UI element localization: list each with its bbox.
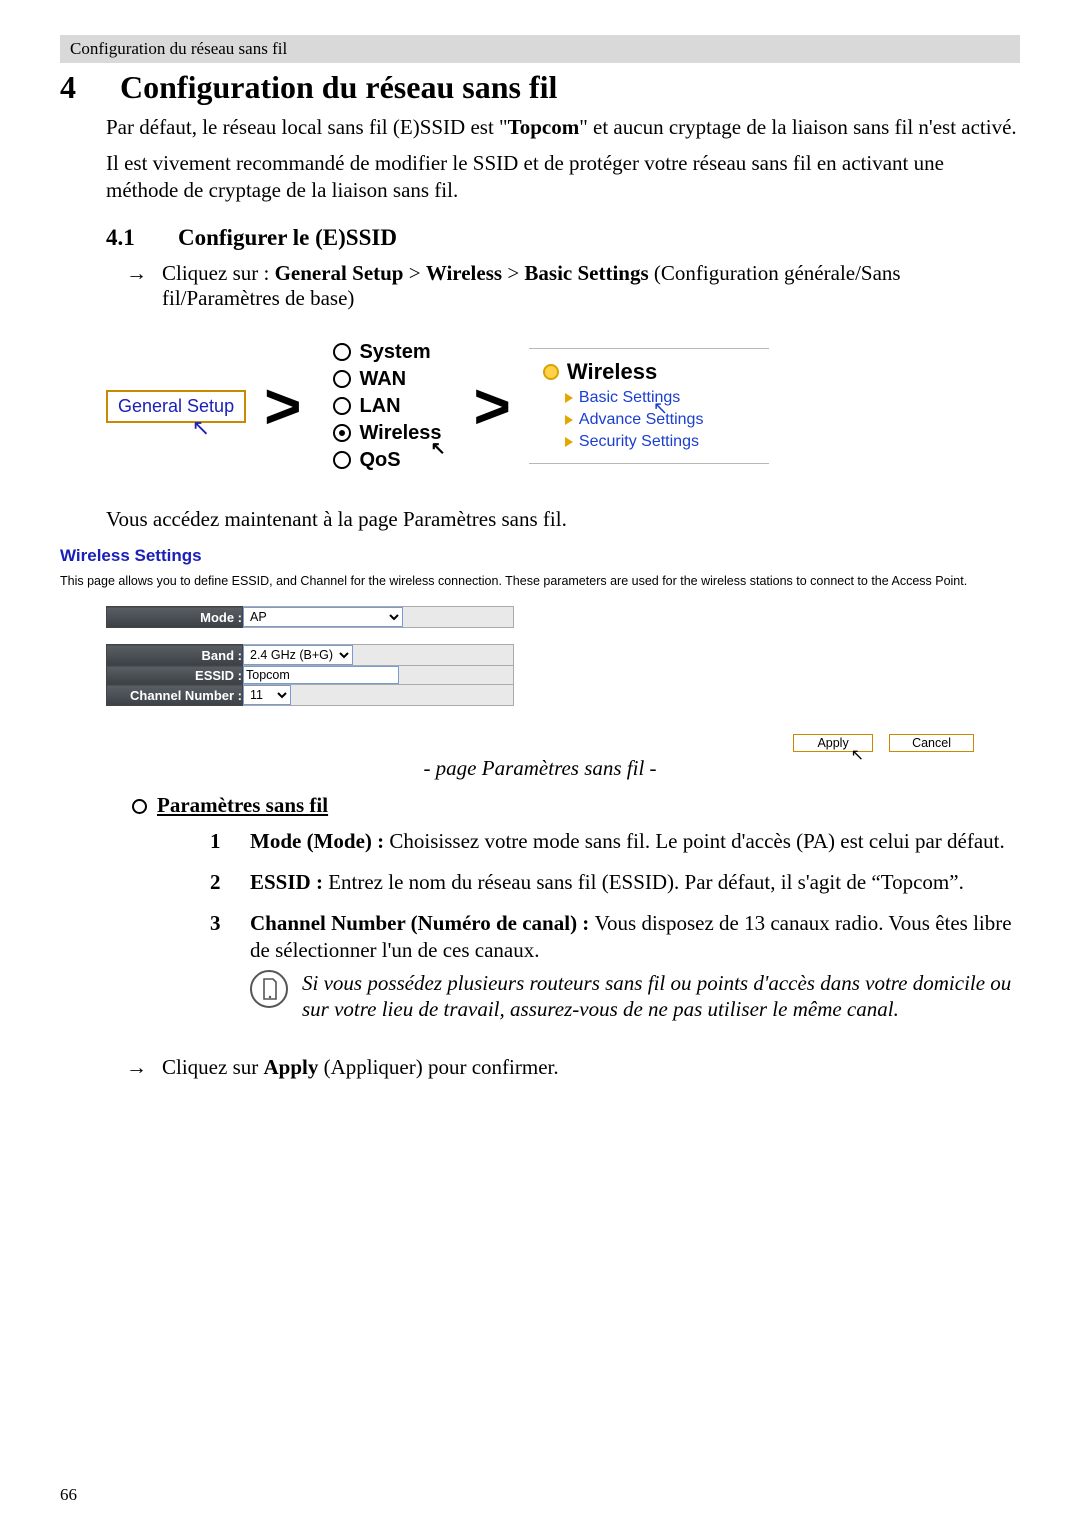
mode-select[interactable]: AP: [243, 607, 403, 627]
triangle-icon: [565, 393, 573, 403]
radio-off-icon: [333, 370, 351, 388]
note-text: Si vous possédez plusieurs routeurs sans…: [302, 970, 1020, 1024]
intro-paragraph-1: Par défaut, le réseau local sans fil (E)…: [106, 114, 1020, 140]
nav-item-qos[interactable]: QoS: [333, 449, 441, 472]
nav-label: Security Settings: [579, 433, 699, 451]
radio-off-icon: [333, 343, 351, 361]
breadcrumb-part: Wireless: [426, 261, 502, 285]
submenu-basic-settings[interactable]: Basic Settings ↖: [543, 389, 753, 407]
label-essid: ESSID :: [107, 666, 243, 685]
arrow-icon: →: [126, 261, 152, 311]
item-text: Choisissez votre mode sans fil. Le point…: [389, 829, 1004, 853]
list-item: Channel Number (Numéro de canal) : Vous …: [210, 906, 1020, 1034]
after-nav-text: Vous accédez maintenant à la page Paramè…: [106, 506, 1020, 532]
chapter-heading: 4 Configuration du réseau sans fil: [60, 69, 1020, 106]
submenu-advanced-settings[interactable]: Advance Settings: [543, 411, 753, 429]
circle-bullet-icon: [132, 799, 147, 814]
item-text: Entrez le nom du réseau sans fil (ESSID)…: [328, 870, 964, 894]
chevron-right-icon: >: [474, 374, 511, 438]
panel-title: Wireless Settings: [60, 542, 1020, 570]
radio-off-icon: [333, 451, 351, 469]
item-term: Channel Number (Numéro de canal) :: [250, 911, 595, 935]
list-item: Mode (Mode) : Choisissez votre mode sans…: [210, 824, 1020, 865]
section-number: 4.1: [106, 225, 150, 251]
essid-input[interactable]: [243, 666, 399, 684]
nav-item-wan[interactable]: WAN: [333, 368, 441, 391]
text: " et aucun cryptage de la liaison sans f…: [579, 115, 1016, 139]
nav-label: Wireless: [567, 359, 657, 385]
step-click-path: → Cliquez sur : General Setup > Wireless…: [126, 261, 1020, 311]
triangle-icon: [565, 415, 573, 425]
chapter-title: Configuration du réseau sans fil: [120, 69, 557, 106]
label-channel: Channel Number :: [107, 685, 243, 706]
section-title: Configurer le (E)SSID: [178, 225, 397, 251]
band-select[interactable]: 2.4 GHz (B+G): [243, 645, 353, 665]
list-item: ESSID : Entrez le nom du réseau sans fil…: [210, 865, 1020, 906]
text: Cliquez sur :: [162, 261, 275, 285]
page-number: 66: [60, 1485, 77, 1505]
wireless-settings-form: Mode : AP Band : 2.4 GHz (B+G) ESSID :: [106, 606, 514, 706]
nav-label: Advance Settings: [579, 411, 704, 429]
wireless-settings-panel: Wireless Settings This page allows you t…: [60, 542, 1020, 752]
button-label: Cancel: [912, 736, 951, 750]
navigation-figure: General Setup ↖ > System WAN LAN Wireles…: [106, 333, 1020, 480]
text: >: [507, 261, 524, 285]
section-heading: 4.1 Configurer le (E)SSID: [106, 225, 1020, 251]
final-step: Cliquez sur Apply (Appliquer) pour confi…: [162, 1055, 559, 1080]
text: (Appliquer) pour confirmer.: [318, 1055, 558, 1079]
intro-paragraph-2: Il est vivement recommandé de modifier l…: [106, 150, 1020, 203]
text: Par défaut, le réseau local sans fil (E)…: [106, 115, 508, 139]
item-term: ESSID :: [250, 870, 328, 894]
psf-ordered-list: Mode (Mode) : Choisissez votre mode sans…: [210, 824, 1020, 1033]
nav-label: QoS: [359, 449, 400, 472]
arrow-icon: →: [126, 1055, 152, 1080]
item-term: Mode (Mode) :: [250, 829, 389, 853]
apply-button[interactable]: Apply ↖: [793, 734, 873, 752]
submenu-security-settings[interactable]: Security Settings: [543, 433, 753, 451]
cursor-icon: ↖: [192, 415, 210, 441]
general-setup-button[interactable]: General Setup ↖: [106, 390, 246, 423]
nav-label: Basic Settings: [579, 389, 680, 407]
note: Si vous possédez plusieurs routeurs sans…: [250, 970, 1020, 1024]
bullet-icon: [543, 364, 559, 380]
nav-item-lan[interactable]: LAN: [333, 395, 441, 418]
breadcrumb-part: General Setup: [275, 261, 404, 285]
nav-label: WAN: [359, 368, 406, 391]
text: Cliquez sur: [162, 1055, 263, 1079]
nav-item-wireless[interactable]: Wireless ↖: [333, 422, 441, 445]
psf-heading-row: Paramètres sans fil: [132, 793, 1020, 818]
panel-description: This page allows you to define ESSID, an…: [60, 574, 1020, 588]
nav-menu: System WAN LAN Wireless ↖ QoS: [319, 333, 455, 480]
radio-off-icon: [333, 397, 351, 415]
label-mode: Mode :: [107, 607, 243, 628]
text: >: [409, 261, 426, 285]
nav-label: Wireless: [359, 422, 441, 445]
nav-item-system[interactable]: System: [333, 341, 441, 364]
note-icon: [250, 970, 288, 1008]
psf-heading: Paramètres sans fil: [157, 793, 328, 818]
radio-on-icon: [333, 424, 351, 442]
breadcrumb-part: Basic Settings: [524, 261, 648, 285]
wireless-submenu-heading: Wireless: [543, 359, 753, 385]
button-label: Apply: [817, 736, 848, 750]
button-label: General Setup: [118, 396, 234, 416]
chevron-right-icon: >: [264, 374, 301, 438]
nav-label: LAN: [359, 395, 400, 418]
cancel-button[interactable]: Cancel: [889, 734, 974, 752]
figure-caption: - page Paramètres sans fil -: [60, 756, 1020, 781]
triangle-icon: [565, 437, 573, 447]
wireless-submenu: Wireless Basic Settings ↖ Advance Settin…: [529, 348, 769, 464]
label-band: Band :: [107, 645, 243, 666]
running-header: Configuration du réseau sans fil: [60, 35, 1020, 63]
nav-label: System: [359, 341, 430, 364]
default-ssid: Topcom: [508, 115, 580, 139]
apply-label: Apply: [263, 1055, 318, 1079]
channel-select[interactable]: 11: [243, 685, 291, 705]
chapter-number: 4: [60, 69, 100, 106]
